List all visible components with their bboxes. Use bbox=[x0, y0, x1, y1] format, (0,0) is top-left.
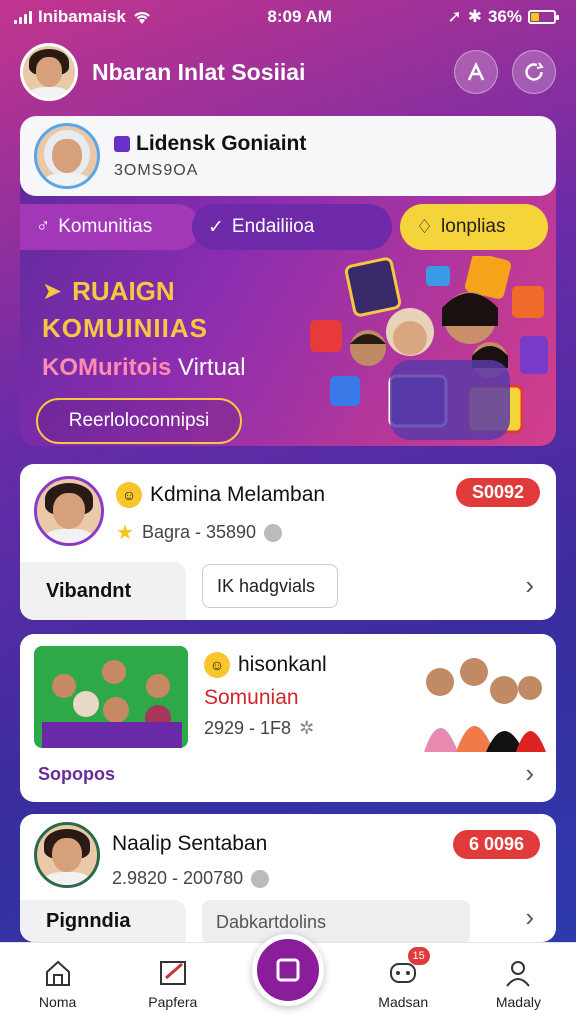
nav-label: Papfera bbox=[148, 993, 198, 1010]
community-illustration bbox=[310, 256, 548, 440]
check-icon: ✓ bbox=[208, 216, 224, 238]
card-footer-label: Pignndia bbox=[20, 900, 186, 942]
card-title: hisonkanl bbox=[238, 653, 327, 676]
card-subtitle: Somunian bbox=[204, 686, 299, 709]
smile-icon: ☺ bbox=[116, 482, 142, 508]
hero-name: Lidensk Goniaint bbox=[136, 132, 307, 155]
card-chip[interactable]: IK hadgvials bbox=[202, 564, 338, 608]
nav-item-papfera[interactable]: Papfera bbox=[115, 943, 230, 1024]
headline-3a: KOMuritois bbox=[42, 354, 172, 381]
nav-item-profile[interactable]: Madaly bbox=[461, 943, 576, 1024]
nav-label: Madsan bbox=[378, 993, 429, 1010]
community-card[interactable]: ☺ Kdmina Melamban ★ Bagra - 35890 S0092 Vi… bbox=[20, 464, 556, 620]
hero-headline: ➤ RUAIGN KOMUINIIAS KOMuritois Virtual bbox=[42, 276, 246, 382]
headline-2: KOMUINIIAS bbox=[42, 313, 208, 343]
create-button[interactable] bbox=[252, 934, 324, 1006]
signal-icon bbox=[14, 10, 32, 24]
smile-icon: ☺ bbox=[204, 652, 230, 678]
community-card[interactable]: ☺ hisonkanl Somunian 2929 - 1F8 ✲ Sopopos … bbox=[20, 634, 556, 802]
edit-icon bbox=[159, 960, 186, 985]
card-title: Kdmina Melamban bbox=[150, 483, 326, 506]
location-icon: ➚ bbox=[447, 7, 462, 26]
notification-badge: 15 bbox=[407, 947, 430, 965]
card-title: Naalip Sentaban bbox=[112, 832, 268, 855]
hero-tabs: ♂ Komunitias ✓ Endailiioa ♢ lonplias bbox=[20, 202, 556, 252]
card-meta: Bagra - 35890 bbox=[141, 522, 257, 542]
hero-profile-row[interactable]: Lidensk Goniaint 3OMS9OA bbox=[20, 116, 556, 196]
friends-photo bbox=[424, 658, 546, 752]
nav-item-madsan[interactable]: 15 Madsan bbox=[346, 943, 461, 1024]
community-card[interactable]: Naalip Sentaban 2.9820 - 200780 6 0096 P… bbox=[20, 814, 556, 942]
square-icon bbox=[276, 958, 300, 982]
page-title: Nbaran Inlat Sosiiai bbox=[92, 58, 306, 85]
hero-code: 3OMS9OA bbox=[114, 162, 199, 179]
headline-3b: Virtual bbox=[171, 354, 246, 381]
nav-label: Madaly bbox=[495, 993, 541, 1010]
card-meta: 2929 - 1F8 bbox=[204, 718, 292, 738]
settings-button[interactable] bbox=[512, 50, 556, 94]
refresh-icon bbox=[525, 62, 544, 81]
card-avatar bbox=[34, 476, 104, 546]
link-icon: ♂ bbox=[36, 216, 51, 237]
card-footer-label: Vibandnt bbox=[20, 562, 186, 620]
card-avatar bbox=[34, 822, 100, 888]
count-badge: 6 0096 bbox=[452, 830, 540, 859]
tab-endailiioa[interactable]: ✓ Endailiioa bbox=[192, 204, 392, 250]
nav-item-home[interactable]: Noma bbox=[0, 943, 115, 1024]
hero-avatar bbox=[34, 123, 100, 189]
battery-percent: 36% bbox=[487, 7, 522, 26]
card-footer-label: Sopopos bbox=[38, 764, 115, 784]
profile-icon bbox=[506, 960, 531, 987]
status-bar: Inibamaisk 8:09 AM ➚ ✱ 36% bbox=[0, 0, 576, 34]
count-badge: S0092 bbox=[455, 478, 540, 507]
tab-label: lonplias bbox=[441, 216, 506, 237]
hero-banner[interactable]: Lidensk Goniaint 3OMS9OA ♂ Komunitias ✓ … bbox=[20, 116, 556, 446]
card-chip[interactable]: Dabkartdolins bbox=[202, 900, 470, 942]
clock: 8:09 AM bbox=[267, 7, 332, 26]
person-icon bbox=[467, 62, 485, 81]
group-photo bbox=[34, 646, 188, 748]
verified-icon bbox=[114, 136, 130, 152]
user-avatar[interactable] bbox=[20, 43, 78, 101]
battery-icon bbox=[528, 10, 559, 24]
profile-button[interactable] bbox=[454, 50, 498, 94]
wifi-icon bbox=[134, 12, 150, 24]
chevron-right-icon[interactable]: › bbox=[525, 902, 534, 933]
gear-icon: ✲ bbox=[299, 718, 315, 738]
hero-cta-button[interactable]: Reerloloconnipsi bbox=[36, 398, 242, 444]
chevron-right-icon[interactable]: › bbox=[525, 758, 534, 789]
arrow-icon: ➤ bbox=[42, 278, 63, 305]
tab-komunitias[interactable]: ♂ Komunitias bbox=[20, 204, 200, 250]
info-icon bbox=[251, 869, 270, 888]
tab-label: Komunitias bbox=[58, 216, 153, 237]
nav-label: Noma bbox=[38, 993, 77, 1010]
tab-label: Endailiioa bbox=[231, 216, 315, 237]
card-meta: 2.9820 - 200780 bbox=[112, 868, 244, 888]
chevron-right-icon[interactable]: › bbox=[525, 570, 534, 601]
star-icon: ★ bbox=[116, 522, 134, 544]
carrier-label: Inibamaisk bbox=[38, 7, 126, 26]
app-header: Nbaran Inlat Sosiiai bbox=[20, 42, 556, 102]
bell-icon: ♢ bbox=[416, 216, 434, 238]
home-icon bbox=[45, 960, 70, 986]
bluetooth-icon: ✱ bbox=[467, 7, 482, 26]
tab-lonplias[interactable]: ♢ lonplias bbox=[400, 204, 548, 250]
headline-1: RUAIGN bbox=[72, 276, 175, 306]
info-icon bbox=[264, 523, 283, 542]
